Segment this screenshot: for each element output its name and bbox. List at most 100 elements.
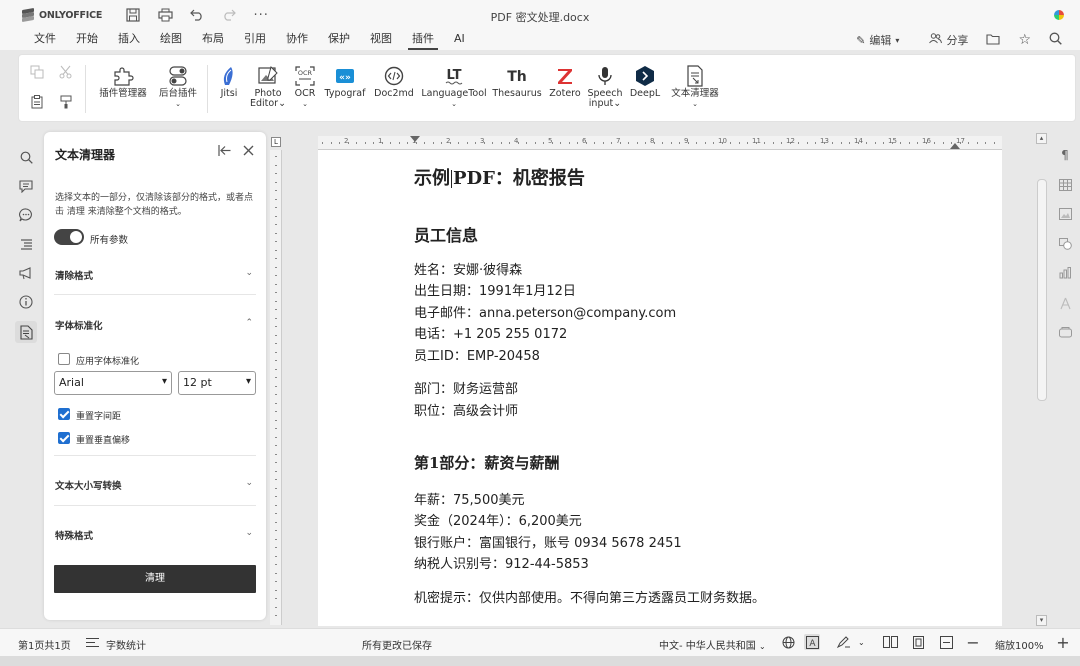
scroll-down-icon[interactable]: ▾ [1036,615,1047,626]
format-painter-icon[interactable] [59,95,73,112]
redo-icon[interactable] [220,6,238,24]
pencil-icon: ✎ [856,33,866,47]
menu-home[interactable]: 开始 [66,30,108,50]
menu-layout[interactable]: 布局 [192,30,234,50]
menu-ai[interactable]: AI [444,30,475,50]
table-settings-icon[interactable] [1056,176,1074,194]
share-button[interactable]: 分享 [929,32,968,48]
open-folder-icon[interactable] [986,33,1000,48]
vertical-scrollbar[interactable]: ▴ ▾ [1036,133,1048,627]
word-count[interactable]: 字数统计 [106,637,146,652]
plugin-doc2md-button[interactable]: Doc2md [373,63,415,99]
copy-icon[interactable] [30,65,44,82]
navigation-headings-icon[interactable] [17,235,35,253]
reset-vertical-offset-checkbox[interactable] [58,432,70,444]
plugin-deepl-button[interactable]: DeepL [629,63,661,99]
search-icon[interactable] [1049,32,1062,48]
apply-font-normalize-checkbox[interactable] [58,353,70,365]
shape-settings-icon[interactable] [1056,235,1074,253]
multi-page-view-icon[interactable] [882,634,898,650]
section-special-format[interactable]: 特殊格式 ⌄ [55,528,255,542]
ruler-tick [275,572,277,574]
ruler-tick [934,142,935,144]
ruler-number: 1 [378,137,383,145]
zoom-level[interactable]: 缩放100% [995,637,1044,652]
page-info[interactable]: 第1页共1页 [18,637,71,652]
paste-icon[interactable] [30,95,44,112]
menu-protect[interactable]: 保护 [318,30,360,50]
plugin-text-cleaner-button[interactable]: 文本清理器 ⌄ [667,63,723,109]
menu-insert[interactable]: 插入 [108,30,150,50]
search-icon[interactable] [17,148,35,166]
undo-icon[interactable] [188,6,206,24]
vertical-ruler[interactable] [270,150,282,625]
plugin-typograf-button[interactable]: «» Typograf [323,63,367,99]
tab-stop-selector[interactable]: L [271,137,281,147]
print-icon[interactable] [156,6,174,24]
right-indent-marker[interactable] [950,143,960,149]
save-icon[interactable] [124,6,142,24]
zoom-in-icon[interactable]: + [1055,633,1071,652]
plugin-speech-input-button[interactable]: Speech input⌄ [587,63,623,109]
globe-icon[interactable] [780,634,796,650]
document-page[interactable]: 示例 PDF：机密报告 员工信息 姓名：安娜·彼得森 出生日期：1991年1月12… [318,150,1002,626]
plugin-zotero-button[interactable]: Zotero [547,63,583,99]
ruler-tick [275,198,277,200]
fit-width-icon[interactable] [938,634,954,650]
info-icon[interactable] [17,293,35,311]
menu-draw[interactable]: 绘图 [150,30,192,50]
plugin-manager-button[interactable]: 插件管理器 [95,63,151,99]
zoom-out-icon[interactable]: − [965,633,981,652]
chart-settings-icon[interactable] [1056,264,1074,282]
plugin-photo-editor-button[interactable]: Photo Editor⌄ [249,63,287,109]
comment-icon[interactable] [17,177,35,195]
plugin-ocr-button[interactable]: OCR OCR ⌄ [291,63,319,109]
menu-references[interactable]: 引用 [234,30,276,50]
chat-icon[interactable] [17,206,35,224]
spellcheck-icon[interactable]: A [804,634,820,650]
image-settings-icon[interactable] [1056,205,1074,223]
fit-page-icon[interactable] [910,634,926,650]
plugin-jitsi-button[interactable]: Jitsi [214,63,244,99]
plugin-languagetool-button[interactable]: LT LanguageTool ⌄ [419,63,489,109]
menu-collaborate[interactable]: 协作 [276,30,318,50]
language-selector[interactable]: 中文- 中华人民共和国 ⌄ [659,637,766,652]
plugin-languagetool-label: LanguageTool [421,88,487,99]
plugin-thesaurus-button[interactable]: Th Thesaurus [492,63,541,99]
app-brand: ONLYOFFICE [39,9,103,21]
signature-settings-icon[interactable] [1056,323,1074,341]
text-art-settings-icon[interactable] [1056,294,1074,312]
heading-part1: 第1部分：薪资与薪酬 [414,454,560,472]
section-font-normalize[interactable]: 字体标准化 ⌃ [55,318,255,332]
horizontal-ruler[interactable]: 2 1 1 2 3 4 5 6 7 8 9 10 11 12 13 14 15 16 17 [318,136,1002,150]
paragraph-settings-icon[interactable]: ¶ [1056,146,1074,164]
collapse-panel-icon[interactable] [218,145,231,160]
ruler-tick [441,142,442,144]
cut-icon[interactable] [59,65,73,82]
font-name-select[interactable]: Arial ▾ [54,371,172,395]
text-cleaner-plugin-icon[interactable] [15,321,37,343]
section-case-convert[interactable]: 文本大小写转换 ⌄ [55,478,255,492]
left-indent-marker[interactable] [410,136,420,142]
close-icon[interactable] [243,145,254,160]
ruler-tick [275,232,277,234]
font-size-select[interactable]: 12 pt ▾ [178,371,256,395]
menu-view[interactable]: 视图 [360,30,402,50]
reset-spacing-checkbox[interactable] [58,408,70,420]
scroll-up-icon[interactable]: ▴ [1036,133,1047,144]
font-size-value: 12 pt [183,376,212,389]
edit-mode-button[interactable]: ✎ 编辑 ▾ [856,32,899,48]
menu-plugins[interactable]: 插件 [402,30,444,50]
background-plugins-button[interactable]: 后台插件 ⌄ [155,63,201,109]
scrollbar-thumb[interactable] [1037,179,1047,401]
ruler-tick [772,142,774,144]
track-changes-icon[interactable] [836,634,852,650]
all-parameters-toggle[interactable] [54,229,84,245]
menu-file[interactable]: 文件 [24,30,66,50]
clear-button[interactable]: 清理 [54,565,256,593]
section-clear-format[interactable]: 清除格式 ⌄ [55,268,255,282]
favorite-star-icon[interactable]: ☆ [1018,32,1031,48]
more-icon[interactable]: ··· [252,6,270,24]
announcement-icon[interactable] [17,264,35,282]
chevron-down-icon[interactable]: ⌄ [858,638,865,647]
